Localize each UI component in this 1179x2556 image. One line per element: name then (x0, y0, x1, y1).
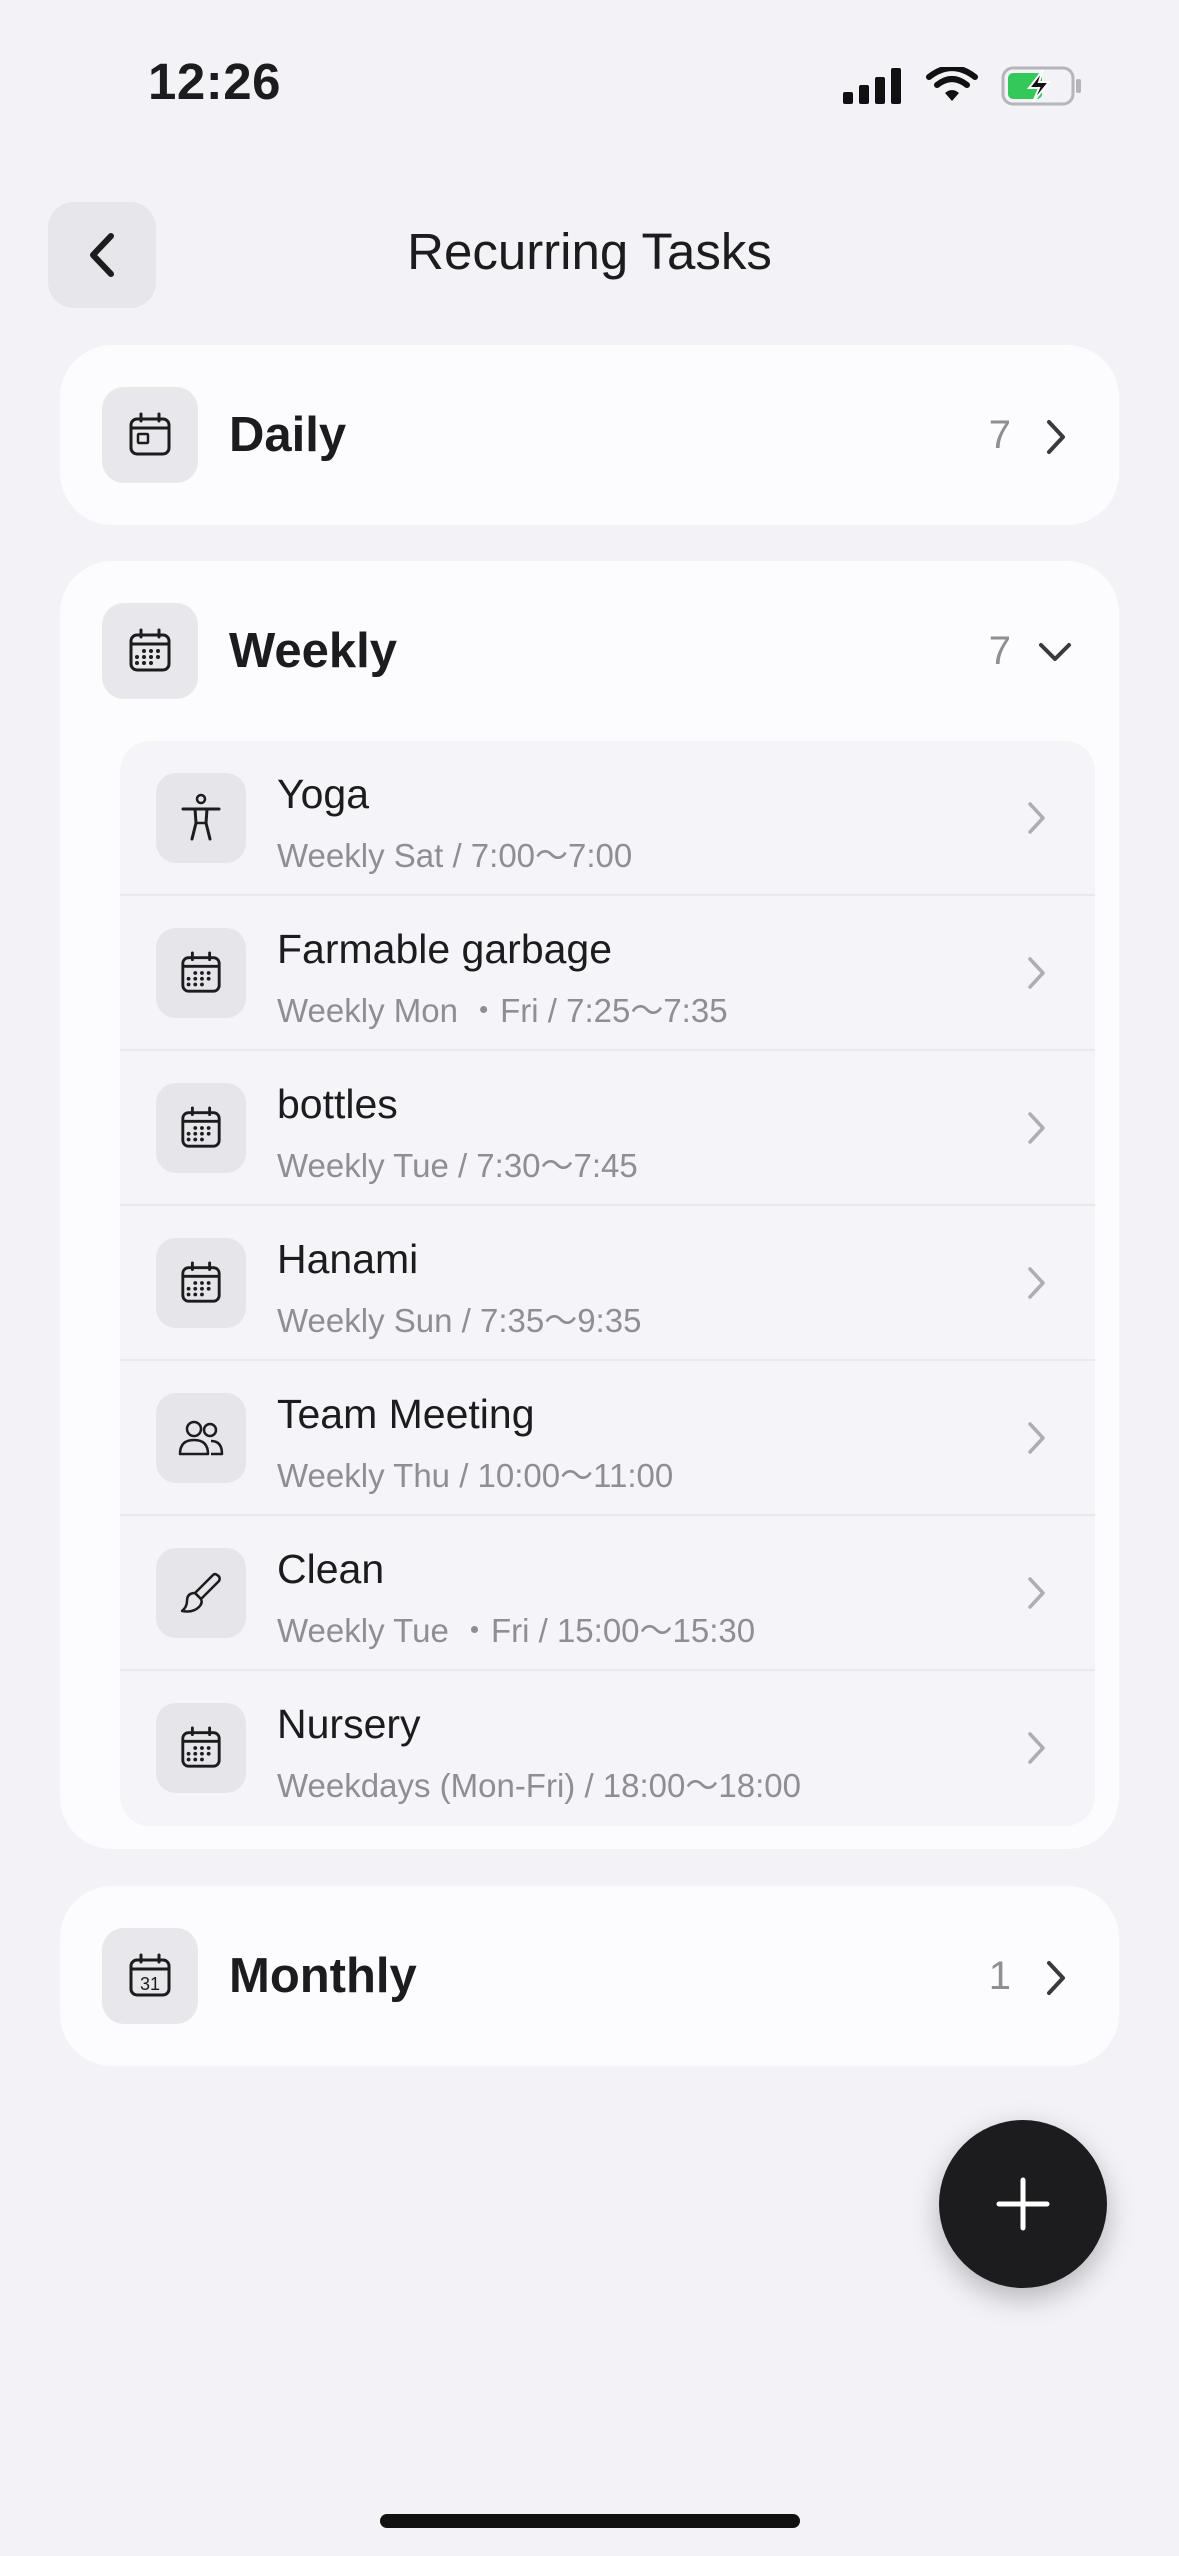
task-schedule: Weekly Thu / 10:00～11:00 (277, 1457, 674, 1494)
task-title: Farmable garbage (277, 926, 613, 972)
calendar-icon (156, 1703, 246, 1793)
status-bar: 12:26 (0, 0, 1179, 150)
calendar-day-icon (102, 387, 198, 483)
daily-header[interactable]: Daily 7 (60, 345, 1119, 525)
task-schedule: Weekly Mon ・Fri / 7:25～7:35 (277, 992, 728, 1029)
signal-icon (843, 68, 901, 104)
people-icon (156, 1393, 246, 1483)
monthly-label: Monthly (229, 1949, 417, 2003)
svg-text:31: 31 (140, 1974, 160, 1994)
task-row[interactable]: bottles Weekly Tue / 7:30～7:45 (120, 1051, 1095, 1206)
page-title: Recurring Tasks (407, 223, 772, 280)
task-title: Yoga (277, 771, 369, 817)
plus-icon (996, 2177, 1050, 2231)
weekly-label: Weekly (229, 624, 397, 678)
task-row[interactable]: Nursery Weekdays (Mon-Fri) / 18:00～18:00 (120, 1671, 1095, 1826)
task-title: Hanami (277, 1236, 419, 1282)
task-title: Clean (277, 1546, 385, 1592)
wifi-icon (926, 67, 978, 101)
chevron-down-icon (1039, 643, 1071, 661)
task-schedule: Weekly Tue / 7:30～7:45 (277, 1147, 638, 1184)
chevron-right-icon (1028, 802, 1045, 834)
task-schedule: Weekly Sun / 7:35～9:35 (277, 1302, 642, 1339)
chevron-right-icon (1047, 1961, 1065, 1995)
status-time: 12:26 (148, 53, 281, 110)
chevron-right-icon (1028, 1732, 1045, 1764)
task-row[interactable]: Farmable garbage Weekly Mon ・Fri / 7:25～… (120, 896, 1095, 1051)
daily-label: Daily (229, 408, 347, 462)
chevron-right-icon (1028, 957, 1045, 989)
task-schedule: Weekly Sat / 7:00～7:00 (277, 837, 633, 874)
calendar-icon (156, 1238, 246, 1328)
monthly-category-card[interactable]: 31 Monthly 1 (60, 1886, 1119, 2066)
task-row[interactable]: Yoga Weekly Sat / 7:00～7:00 (120, 741, 1095, 896)
task-row[interactable]: Clean Weekly Tue ・Fri / 15:00～15:30 (120, 1516, 1095, 1671)
add-task-button[interactable] (939, 2120, 1107, 2288)
weekly-header[interactable]: Weekly 7 (60, 561, 1119, 741)
daily-category-card[interactable]: Daily 7 (60, 345, 1119, 525)
chevron-right-icon (1047, 420, 1065, 454)
chevron-right-icon (1028, 1422, 1045, 1454)
task-row[interactable]: Team Meeting Weekly Thu / 10:00～11:00 (120, 1361, 1095, 1516)
chevron-right-icon (1028, 1267, 1045, 1299)
weekly-task-list: Yoga Weekly Sat / 7:00～7:00 Farmable gar… (120, 741, 1095, 1826)
chevron-right-icon (1028, 1112, 1045, 1144)
calendar-icon (156, 928, 246, 1018)
home-indicator (380, 2514, 800, 2528)
task-schedule: Weekdays (Mon-Fri) / 18:00～18:00 (277, 1767, 801, 1804)
calendar-31-icon: 31 (102, 1928, 198, 2024)
daily-count: 7 (988, 413, 1011, 457)
weekly-count: 7 (988, 629, 1011, 673)
task-title: bottles (277, 1081, 398, 1127)
battery-charging-icon (1001, 66, 1081, 106)
brush-icon (156, 1548, 246, 1638)
task-title: Nursery (277, 1701, 421, 1747)
figure-stand-icon (156, 773, 246, 863)
calendar-icon (156, 1083, 246, 1173)
task-schedule: Weekly Tue ・Fri / 15:00～15:30 (277, 1612, 756, 1649)
monthly-header[interactable]: 31 Monthly 1 (60, 1886, 1119, 2066)
recurring-tasks-screen: 12:26 Recurring Tasks Daily 7 Weekly 7 Y… (0, 0, 1179, 2556)
status-icons (843, 66, 1083, 106)
calendar-week-icon (102, 603, 198, 699)
monthly-count: 1 (988, 1954, 1011, 1998)
weekly-category-card: Weekly 7 Yoga Weekly Sat / 7:00～7:00 Far… (60, 561, 1119, 1849)
task-title: Team Meeting (277, 1391, 535, 1437)
task-row[interactable]: Hanami Weekly Sun / 7:35～9:35 (120, 1206, 1095, 1361)
chevron-right-icon (1028, 1577, 1045, 1609)
